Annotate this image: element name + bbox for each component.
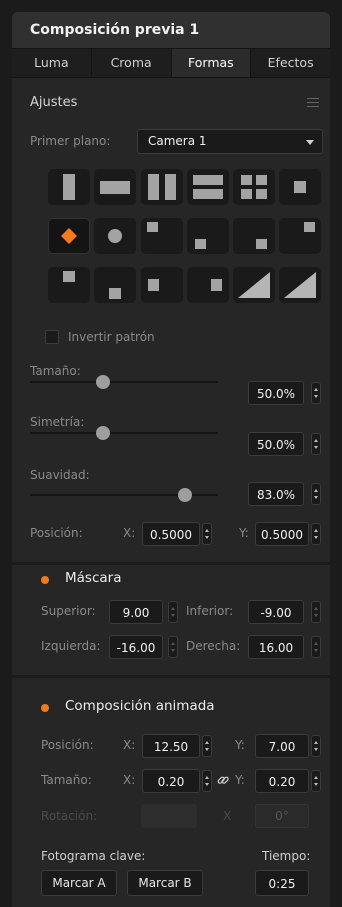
mask-right-field[interactable]: 16.00 xyxy=(248,635,304,659)
box-bottom-center-icon[interactable] xyxy=(94,267,136,303)
section-divider xyxy=(12,675,330,678)
rotation-value-field: 0° xyxy=(255,804,309,828)
fly-position-y-label: Y: xyxy=(235,738,245,752)
mask-title: Máscara xyxy=(65,570,122,586)
fly-size-y-stepper[interactable] xyxy=(311,770,321,792)
set-a-button[interactable]: Marcar A xyxy=(41,870,117,896)
size-slider-handle[interactable] xyxy=(96,375,110,389)
chevron-down-icon xyxy=(306,140,314,145)
position-x-label: X: xyxy=(123,526,136,540)
box-top-right-icon[interactable] xyxy=(279,218,321,254)
rotation-label: Rotación: xyxy=(41,809,98,823)
mask-enable-indicator[interactable] xyxy=(41,576,49,584)
mask-bottom-stepper[interactable] xyxy=(311,601,321,623)
tab-luma[interactable]: Luma xyxy=(12,49,92,77)
fly-position-x-stepper[interactable] xyxy=(202,735,212,757)
softness-stepper[interactable] xyxy=(311,483,321,505)
time-label: Tiempo: xyxy=(262,849,311,863)
position-x-field[interactable]: 0.5000 xyxy=(142,522,200,546)
invert-checkbox[interactable] xyxy=(45,330,59,344)
quad-split-icon[interactable] xyxy=(233,169,275,205)
rotation-field-disabled xyxy=(141,804,197,828)
horizontal-split-icon[interactable] xyxy=(187,169,229,205)
symmetry-value-field[interactable]: 50.0% xyxy=(248,432,304,456)
fly-size-y-label: Y: xyxy=(235,773,245,787)
size-stepper[interactable] xyxy=(311,382,321,404)
foreground-select-value: Camera 1 xyxy=(148,134,207,148)
box-top-left-icon[interactable] xyxy=(141,218,183,254)
mask-bottom-field[interactable]: -9.00 xyxy=(248,600,304,624)
upstream-key-panel: Composición previa 1 Luma Croma Formas E… xyxy=(12,12,330,907)
size-value-field[interactable]: 50.0% xyxy=(248,381,304,405)
horizontal-bar-icon[interactable] xyxy=(94,169,136,205)
box-icon[interactable] xyxy=(279,169,321,205)
mask-left-stepper[interactable] xyxy=(168,636,178,658)
settings-title: Ajustes xyxy=(30,95,78,110)
symmetry-stepper[interactable] xyxy=(311,433,321,455)
box-center-left-icon[interactable] xyxy=(141,267,183,303)
rotation-x-label: X xyxy=(223,809,232,823)
set-b-button[interactable]: Marcar B xyxy=(127,870,203,896)
fly-key-title: Composición animada xyxy=(65,698,215,714)
box-bottom-right-icon[interactable] xyxy=(233,218,275,254)
foreground-label: Primer plano: xyxy=(30,134,111,148)
position-y-stepper[interactable] xyxy=(311,523,321,545)
circle-icon[interactable] xyxy=(94,218,136,254)
fly-position-x-label: X: xyxy=(123,738,136,752)
mask-top-stepper[interactable] xyxy=(168,601,178,623)
position-label: Posición: xyxy=(30,526,83,540)
diamond-icon[interactable] xyxy=(48,218,90,254)
panel-title: Composición previa 1 xyxy=(30,22,200,38)
mask-bottom-label: Inferior: xyxy=(186,604,234,618)
diagonal-wipe-left-icon[interactable] xyxy=(233,267,275,303)
tab-chroma[interactable]: Croma xyxy=(92,49,172,77)
tab-pattern[interactable]: Formas xyxy=(171,49,252,77)
panel-header: Composición previa 1 xyxy=(12,12,330,48)
mask-top-field[interactable]: 9.00 xyxy=(109,600,163,624)
size-label: Tamaño: xyxy=(30,364,81,378)
fly-size-x-label: X: xyxy=(123,773,136,787)
mask-left-field[interactable]: -16.00 xyxy=(109,635,163,659)
position-y-field[interactable]: 0.5000 xyxy=(255,522,309,546)
softness-value-field[interactable]: 83.0% xyxy=(248,482,304,506)
fly-position-y-stepper[interactable] xyxy=(311,735,321,757)
tab-dve[interactable]: Efectos xyxy=(251,49,330,77)
fly-position-x-field[interactable]: 12.50 xyxy=(142,734,200,758)
position-y-label: Y: xyxy=(239,526,249,540)
mask-left-label: Izquierda: xyxy=(41,639,101,653)
softness-slider-handle[interactable] xyxy=(178,488,192,502)
key-type-tabs: Luma Croma Formas Efectos xyxy=(12,48,330,78)
diagonal-wipe-right-icon[interactable] xyxy=(279,267,321,303)
fly-size-x-stepper[interactable] xyxy=(202,770,212,792)
symmetry-slider-handle[interactable] xyxy=(96,426,110,440)
size-slider-track[interactable] xyxy=(30,381,218,383)
symmetry-slider-track[interactable] xyxy=(30,432,218,434)
softness-label: Suavidad: xyxy=(30,468,90,482)
symmetry-label: Simetría: xyxy=(30,415,85,429)
invert-label: Invertir patrón xyxy=(68,330,155,344)
position-x-stepper[interactable] xyxy=(202,523,212,545)
section-divider xyxy=(12,562,330,565)
link-icon[interactable] xyxy=(216,772,230,786)
box-bottom-left-icon[interactable] xyxy=(187,218,229,254)
fly-position-y-field[interactable]: 7.00 xyxy=(255,734,309,758)
fly-size-label: Tamaño: xyxy=(41,773,92,787)
fly-size-x-field[interactable]: 0.20 xyxy=(142,769,200,793)
vertical-split-icon[interactable] xyxy=(141,169,183,205)
fly-key-enable-indicator[interactable] xyxy=(41,704,49,712)
mask-top-label: Superior: xyxy=(41,604,96,618)
foreground-select[interactable]: Camera 1 xyxy=(137,129,323,154)
keyframe-label: Fotograma clave: xyxy=(41,849,146,863)
time-value-field[interactable]: 0:25 xyxy=(255,870,309,896)
fly-position-label: Posición: xyxy=(41,738,94,752)
mask-right-stepper[interactable] xyxy=(311,636,321,658)
mask-right-label: Derecha: xyxy=(186,639,241,653)
settings-menu-icon[interactable] xyxy=(307,98,319,108)
box-center-right-icon[interactable] xyxy=(187,267,229,303)
box-top-center-icon[interactable] xyxy=(48,267,90,303)
vertical-bar-icon[interactable] xyxy=(48,169,90,205)
fly-size-y-field[interactable]: 0.20 xyxy=(255,769,309,793)
